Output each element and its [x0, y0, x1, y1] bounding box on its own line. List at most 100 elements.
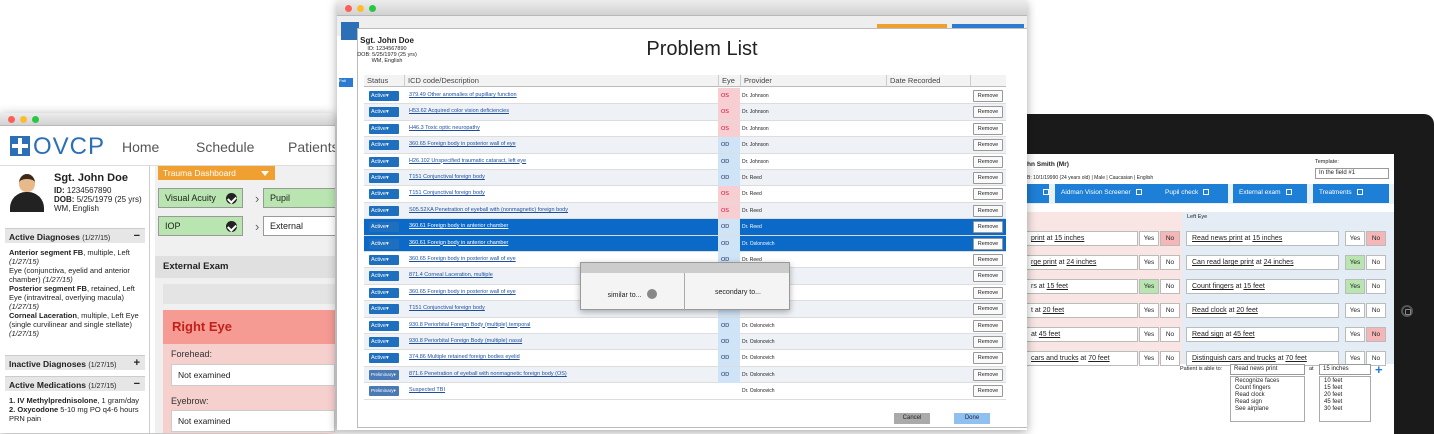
status-dropdown[interactable]: Active▾ — [369, 173, 399, 183]
icd-code-link[interactable]: 374.86 Multiple retained foreign bodies … — [409, 354, 520, 360]
close-window-button[interactable] — [345, 5, 352, 12]
visual-acuity-tile[interactable]: Visual Acuity — [158, 188, 243, 208]
column-header[interactable]: Eye — [718, 75, 740, 87]
icd-code-link[interactable]: H53.62 Acquired color vision deficiencie… — [409, 108, 509, 114]
icd-code-link[interactable]: 379.49 Other anomalies of pupillary func… — [409, 92, 517, 98]
remove-button[interactable]: Remove — [973, 385, 1003, 398]
status-dropdown[interactable]: Active▾ — [369, 238, 399, 249]
remove-button[interactable]: Remove — [973, 188, 1003, 201]
status-dropdown[interactable]: Active▾ — [369, 107, 399, 118]
yes-button[interactable]: Yes — [1345, 231, 1365, 246]
zoom-window-button[interactable] — [369, 5, 376, 12]
icd-code-link[interactable]: T151 Conjunctival foreign body — [409, 190, 485, 196]
done-button[interactable]: Done — [954, 413, 990, 424]
close-window-button[interactable] — [8, 116, 15, 123]
active-diagnoses-header[interactable]: Active Diagnoses (1/27/15) − — [5, 228, 145, 243]
active-medications-header[interactable]: Active Medications (1/27/15) − — [5, 376, 145, 391]
remove-button[interactable]: Remove — [973, 336, 1003, 348]
remove-button[interactable]: Remove — [973, 90, 1003, 102]
table-row[interactable]: Active▾ T151 Conjunctival foreign body ODD… — [364, 170, 1006, 187]
no-button[interactable]: No — [1366, 303, 1386, 318]
remove-button[interactable]: Remove — [973, 106, 1003, 119]
status-dropdown[interactable]: Active▾ — [369, 271, 399, 282]
list-item[interactable]: Read sign — [1235, 399, 1300, 406]
nav-home[interactable]: Home — [122, 139, 159, 155]
table-row[interactable]: Active▾ 374.86 Multiple retained foreign … — [364, 350, 1006, 367]
yes-button[interactable]: Yes — [1139, 255, 1159, 270]
yes-button[interactable]: Yes — [1345, 279, 1365, 294]
tab-pupil-check[interactable]: Pupil check — [1159, 184, 1228, 203]
no-button[interactable]: No — [1160, 351, 1180, 366]
list-item[interactable]: Read clock — [1235, 392, 1300, 399]
no-button[interactable]: No — [1160, 327, 1180, 342]
remove-button[interactable]: Remove — [973, 122, 1003, 135]
yes-button[interactable]: Yes — [1139, 351, 1159, 366]
status-dropdown[interactable]: Active▾ — [369, 123, 399, 134]
icd-code-link[interactable]: T151 Conjunctival foreign body — [409, 174, 485, 180]
home-button[interactable] — [1401, 305, 1413, 317]
icd-code-link[interactable]: 930.8 Periorbital Foreign Body (multiple… — [409, 338, 522, 344]
no-button[interactable]: No — [1160, 231, 1180, 246]
table-row[interactable]: Active▾ 379.49 Other anomalies of pupilla… — [364, 88, 1006, 105]
expand-icon[interactable]: + — [134, 357, 140, 369]
yes-button[interactable]: Yes — [1139, 279, 1159, 294]
yes-button[interactable]: Yes — [1345, 303, 1365, 318]
icd-code-link[interactable]: 360.61 Foreign body in anterior chamber — [409, 240, 508, 246]
able-select[interactable]: Read news print — [1230, 364, 1305, 375]
status-dropdown[interactable]: Active▾ — [369, 205, 399, 216]
icd-code-link[interactable]: 930.8 Periorbital Foreign Body (multiple… — [409, 322, 530, 328]
nav-schedule[interactable]: Schedule — [196, 139, 254, 155]
column-header[interactable]: Status — [364, 75, 404, 87]
table-row[interactable]: Preliminary▾ 871.6 Penetration of eyeball… — [364, 366, 1006, 384]
icd-code-link[interactable]: 360.65 Foreign body in posterior wall of… — [409, 256, 516, 262]
column-header[interactable]: ICD code/Description — [404, 75, 718, 87]
no-button[interactable]: No — [1160, 255, 1180, 270]
zoom-window-button[interactable] — [32, 116, 39, 123]
no-button[interactable]: No — [1160, 279, 1180, 294]
remove-button[interactable]: Remove — [973, 286, 1003, 299]
eyebrow-field[interactable]: Not examined — [171, 410, 335, 432]
icd-code-link[interactable]: H46.3 Toxic optic neuropathy — [409, 125, 480, 131]
inactive-diagnoses-header[interactable]: Inactive Diagnoses (1/27/15) + — [5, 355, 145, 370]
side-tab[interactable]: Pati — [339, 78, 353, 87]
icd-code-link[interactable]: 871.4 Corneal Laceration, multiple — [409, 272, 493, 278]
nav-patients[interactable]: Patients — [288, 139, 335, 155]
no-button[interactable]: No — [1366, 279, 1386, 294]
status-dropdown[interactable]: Preliminary▾ — [369, 386, 399, 397]
list-item[interactable]: Recognize faces — [1235, 378, 1300, 385]
yes-button[interactable]: Yes — [1345, 255, 1365, 270]
icd-code-link[interactable]: 871.6 Penetration of eyeball with nonmag… — [409, 371, 567, 377]
status-dropdown[interactable]: Active▾ — [369, 287, 399, 298]
remove-button[interactable]: Remove — [973, 303, 1003, 316]
similar-to-button[interactable]: similar to... — [581, 273, 685, 311]
status-dropdown[interactable]: Active▾ — [369, 337, 399, 347]
table-row[interactable]: Active▾ H46.3 Toxic optic neuropathy OS Dr.… — [364, 120, 1006, 138]
list-item[interactable]: See airplane — [1235, 406, 1300, 413]
list-item[interactable]: 10 feet — [1324, 378, 1366, 385]
remove-button[interactable]: Remove — [973, 237, 1003, 250]
no-button[interactable]: No — [1366, 255, 1386, 270]
icd-code-link[interactable]: 360.65 Foreign body in posterior wall of… — [409, 141, 516, 147]
list-item[interactable]: 15 feet — [1324, 385, 1366, 392]
column-header[interactable]: Provider — [740, 75, 886, 87]
tab-visual-acuity[interactable] — [1025, 184, 1049, 203]
status-dropdown[interactable]: Active▾ — [369, 255, 399, 265]
table-row[interactable]: Active▾ 930.8 Periorbital Foreign Body (m… — [364, 317, 1006, 334]
status-dropdown[interactable]: Active▾ — [369, 320, 399, 331]
add-icon[interactable]: + — [1375, 362, 1383, 377]
pupil-tile[interactable]: Pupil — [263, 188, 335, 208]
minimize-window-button[interactable] — [357, 5, 364, 12]
trauma-dashboard-dropdown[interactable]: Trauma Dashboard — [158, 166, 275, 180]
list-item[interactable]: 45 feet — [1324, 399, 1366, 406]
status-dropdown[interactable]: Active▾ — [369, 140, 399, 151]
table-row[interactable]: Active▾ T151 Conjunctival foreign body OS D… — [364, 186, 1006, 203]
remove-button[interactable]: Remove — [973, 172, 1003, 184]
table-row[interactable]: Active▾ 930.8 Periorbital Foreign Body (m… — [364, 334, 1006, 351]
table-row[interactable]: Active▾ 360.65 Foreign body in posterior … — [364, 137, 1006, 154]
remove-button[interactable]: Remove — [973, 254, 1003, 266]
icd-code-link[interactable]: T151 Conjunctival foreign body — [409, 305, 485, 311]
icd-code-link[interactable]: 360.65 Foreign body in posterior wall of… — [409, 289, 516, 295]
cancel-button[interactable]: Cancel — [894, 413, 930, 424]
able-options-list[interactable]: Recognize faces Count fingers Read clock… — [1230, 376, 1305, 422]
icd-code-link[interactable]: 360.61 Foreign body in anterior chamber — [409, 223, 508, 229]
